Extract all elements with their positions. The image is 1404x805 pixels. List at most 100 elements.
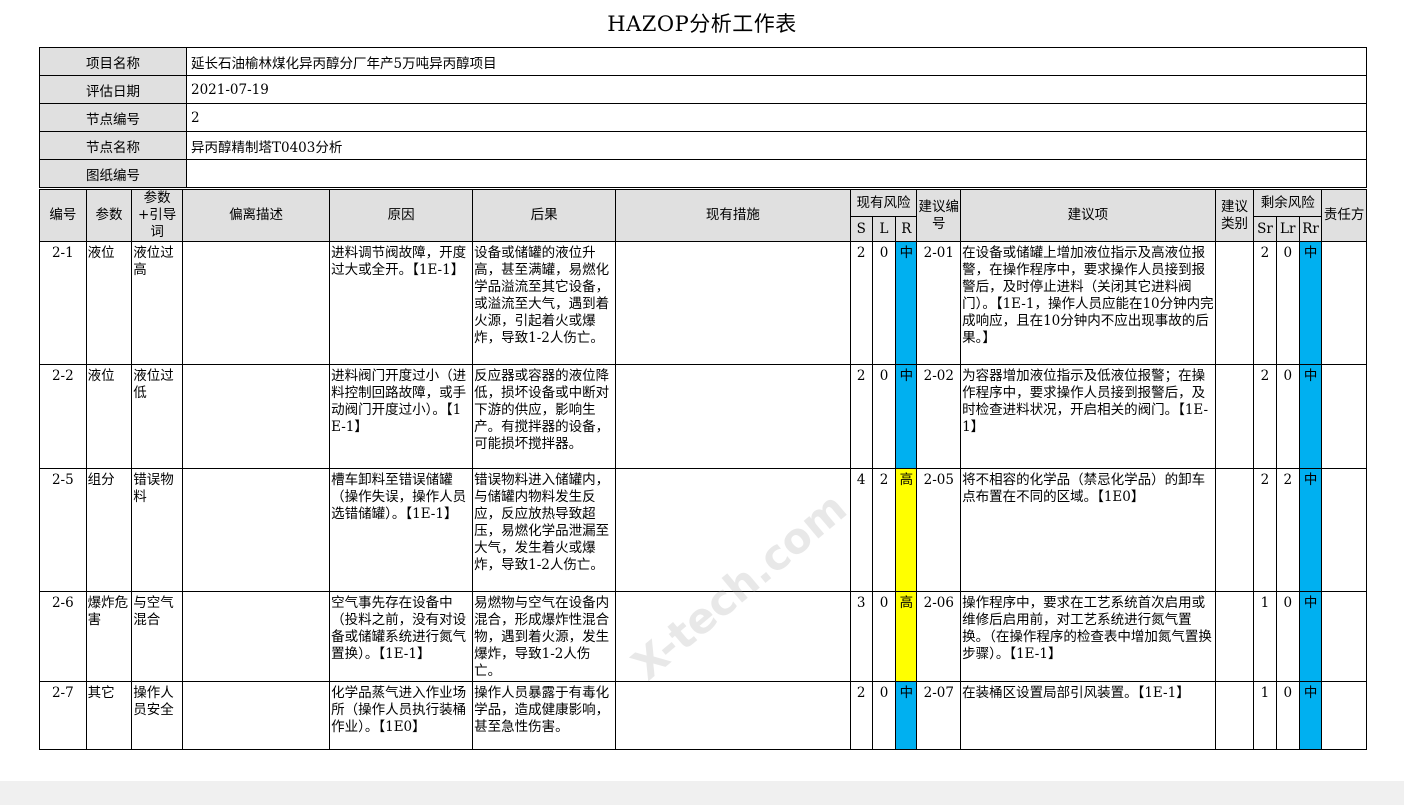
row-recommendation: 在装桶区设置局部引风装置。【1E-1】 <box>960 681 1216 750</box>
row-measures <box>615 364 851 469</box>
info-value: 异丙醇精制塔T0403分析 <box>186 131 1367 160</box>
row-recommendation: 操作程序中，要求在工艺系统首次启用或维修后启用前，对工艺系统进行氮气置换。（在操… <box>960 591 1216 682</box>
row-lr: 2 <box>1275 468 1300 592</box>
row-measures <box>615 681 851 750</box>
header-recommendation: 建议项 <box>960 189 1216 242</box>
row-guide: 液位过高 <box>131 241 184 365</box>
row-rec-no: 2-06 <box>916 591 962 682</box>
row-lr: 0 <box>1275 364 1300 469</box>
row-l: 0 <box>871 364 897 469</box>
row-recommendation: 将不相容的化学品（禁忌化学品）的卸车点布置在不同的区域。【1E0】 <box>960 468 1216 592</box>
header-no: 编号 <box>39 189 87 242</box>
row-rec-no: 2-01 <box>916 241 962 365</box>
row-deviation <box>182 468 331 592</box>
row-s: 2 <box>849 241 873 365</box>
row-rec-type <box>1214 681 1255 750</box>
row-rec-no: 2-02 <box>916 364 962 469</box>
row-cause: 槽车卸料至错误储罐（操作失误，操作人员选错储罐）。【1E-1】 <box>329 468 474 592</box>
row-consequence: 易燃物与空气在设备内混合，形成爆炸性混合物，遇到着火源，发生爆炸，导致1-2人伤… <box>472 591 617 682</box>
row-param: 液位 <box>85 364 133 469</box>
header-s: S <box>849 216 873 242</box>
row-recommendation: 为容器增加液位指示及低液位报警；在操作程序中，要求操作人员接到报警后，及时检查进… <box>960 364 1216 469</box>
row-sr: 2 <box>1253 241 1277 365</box>
row-measures <box>615 241 851 365</box>
row-s: 2 <box>849 681 873 750</box>
row-l: 0 <box>871 591 897 682</box>
hazop-table: 编号 参数 参数+引导词 偏离描述 原因 后果 现有措施 现有风险 建议编号 建… <box>39 188 1367 750</box>
row-consequence: 操作人员暴露于有毒化学品，造成健康影响，甚至急性伤害。 <box>472 681 617 750</box>
header-rr: Rr <box>1298 216 1323 242</box>
row-owner <box>1321 468 1367 592</box>
row-r: 中 <box>895 364 918 469</box>
header-consequence: 后果 <box>472 189 617 242</box>
header-owner: 责任方 <box>1321 189 1367 242</box>
page: HAZOP分析工作表 项目名称 延长石油榆林煤化异丙醇分厂年产5万吨异丙醇项目 评估… <box>0 0 1404 781</box>
header-current-risk: 现有风险 <box>849 188 918 218</box>
header-rec-type: 建议类别 <box>1214 189 1255 242</box>
row-s: 4 <box>849 468 873 592</box>
header-l: L <box>871 216 897 242</box>
row-sr: 1 <box>1253 681 1277 750</box>
header-r: R <box>895 216 918 242</box>
info-value: 2 <box>186 103 1367 132</box>
row-recommendation: 在设备或储罐上增加液位指示及高液位报警，在操作程序中，要求操作人员接到报警后，及… <box>960 241 1216 365</box>
row-s: 2 <box>849 364 873 469</box>
row-deviation <box>182 241 331 365</box>
row-consequence: 设备或储罐的液位升高，甚至满罐，易燃化学品溢流至其它设备，或溢流至大气，遇到着火… <box>472 241 617 365</box>
row-lr: 0 <box>1275 241 1300 365</box>
header-param-guide: 参数+引导词 <box>131 189 184 242</box>
info-row: 评估日期 2021-07-19 <box>39 75 1367 104</box>
row-guide: 错误物料 <box>131 468 184 592</box>
info-row: 项目名称 延长石油榆林煤化异丙醇分厂年产5万吨异丙醇项目 <box>39 47 1367 76</box>
row-l: 0 <box>871 681 897 750</box>
row-param: 其它 <box>85 681 133 750</box>
row-measures <box>615 468 851 592</box>
row-measures <box>615 591 851 682</box>
row-deviation <box>182 364 331 469</box>
row-guide: 液位过低 <box>131 364 184 469</box>
row-param: 液位 <box>85 241 133 365</box>
row-owner <box>1321 591 1367 682</box>
row-deviation <box>182 591 331 682</box>
info-row: 节点编号 2 <box>39 103 1367 132</box>
row-cause: 空气事先存在设备中（投料之前，没有对设备或储罐系统进行氮气置换）。【1E-1】 <box>329 591 474 682</box>
header-lr: Lr <box>1275 216 1300 242</box>
table-row: 2-5 组分 错误物料 槽车卸料至错误储罐（操作失误，操作人员选错储罐）。【1E-1】… <box>39 468 1367 592</box>
table-row: 2-6 爆炸危害 与空气混合 空气事先存在设备中（投料之前，没有对设备或储罐系统进行氮… <box>39 591 1367 682</box>
row-rec-no: 2-07 <box>916 681 962 750</box>
row-sr: 2 <box>1253 364 1277 469</box>
sheet-title: HAZOP分析工作表 <box>607 12 797 36</box>
table-row: 2-7 其它 操作人员安全 化学品蒸气进入作业场所（操作人员执行装桶作业）。【1E0】… <box>39 681 1367 750</box>
info-label: 节点编号 <box>39 103 187 132</box>
row-r: 中 <box>895 681 918 750</box>
row-no: 2-6 <box>39 591 87 682</box>
row-l: 0 <box>871 241 897 365</box>
row-lr: 0 <box>1275 681 1300 750</box>
table-row: 2-2 液位 液位过低 进料阀门开度过小（进料控制回路故障，或手动阀门开度过小）。【1… <box>39 364 1367 469</box>
row-cause: 进料调节阀故障，开度过大或全开。【1E-1】 <box>329 241 474 365</box>
row-consequence: 反应器或容器的液位降低，损坏设备或中断对下游的供应，影响生产。有搅拌器的设备，可… <box>472 364 617 469</box>
row-no: 2-1 <box>39 241 87 365</box>
row-rec-type <box>1214 468 1255 592</box>
row-guide: 操作人员安全 <box>131 681 184 750</box>
worksheet: HAZOP分析工作表 项目名称 延长石油榆林煤化异丙醇分厂年产5万吨异丙醇项目 评估… <box>0 0 1404 781</box>
row-param: 组分 <box>85 468 133 592</box>
row-r: 高 <box>895 591 918 682</box>
info-value <box>186 159 1367 188</box>
info-label: 图纸编号 <box>39 159 187 188</box>
header-sr: Sr <box>1253 216 1277 242</box>
row-rr: 中 <box>1298 591 1323 682</box>
row-r: 中 <box>895 241 918 365</box>
row-owner <box>1321 241 1367 365</box>
header-param: 参数 <box>85 189 133 242</box>
row-no: 2-2 <box>39 364 87 469</box>
row-cause: 化学品蒸气进入作业场所（操作人员执行装桶作业）。【1E0】 <box>329 681 474 750</box>
info-label: 评估日期 <box>39 75 187 104</box>
row-deviation <box>182 681 331 750</box>
header-cause: 原因 <box>329 189 474 242</box>
row-rec-type <box>1214 364 1255 469</box>
row-no: 2-5 <box>39 468 87 592</box>
row-param: 爆炸危害 <box>85 591 133 682</box>
row-owner <box>1321 364 1367 469</box>
row-lr: 0 <box>1275 591 1300 682</box>
